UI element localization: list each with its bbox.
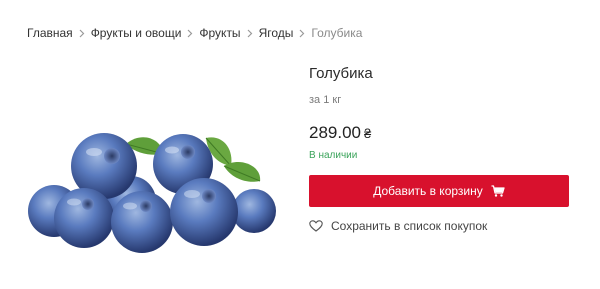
- breadcrumb-fruits[interactable]: Фрукты: [199, 26, 240, 40]
- product-image[interactable]: [26, 126, 276, 254]
- save-to-list-button[interactable]: Сохранить в список покупок: [309, 219, 487, 233]
- price-value: 289.00: [309, 123, 361, 142]
- add-to-cart-label: Добавить в корзину: [373, 184, 483, 198]
- product-price: 289.00 ₴: [309, 122, 371, 144]
- chevron-right-icon: [293, 29, 311, 38]
- product-title: Голубика: [309, 65, 373, 82]
- add-to-cart-button[interactable]: Добавить в корзину: [309, 175, 569, 207]
- chevron-right-icon: [181, 29, 199, 38]
- chevron-right-icon: [73, 29, 91, 38]
- chevron-right-icon: [241, 29, 259, 38]
- product-unit: за 1 кг: [309, 94, 342, 106]
- breadcrumb: Главная Фрукты и овощи Фрукты Ягоды Голу…: [27, 26, 362, 40]
- breadcrumb-fruits-vegetables[interactable]: Фрукты и овощи: [91, 26, 182, 40]
- save-to-list-label: Сохранить в список покупок: [331, 219, 488, 233]
- breadcrumb-berries[interactable]: Ягоды: [259, 26, 294, 40]
- blueberries-image: [28, 133, 276, 253]
- breadcrumb-home[interactable]: Главная: [27, 26, 73, 40]
- stock-status: В наличии: [309, 150, 358, 161]
- heart-icon: [309, 220, 323, 232]
- currency-symbol: ₴: [364, 126, 372, 141]
- breadcrumb-current: Голубика: [311, 26, 363, 40]
- cart-icon: [491, 185, 505, 197]
